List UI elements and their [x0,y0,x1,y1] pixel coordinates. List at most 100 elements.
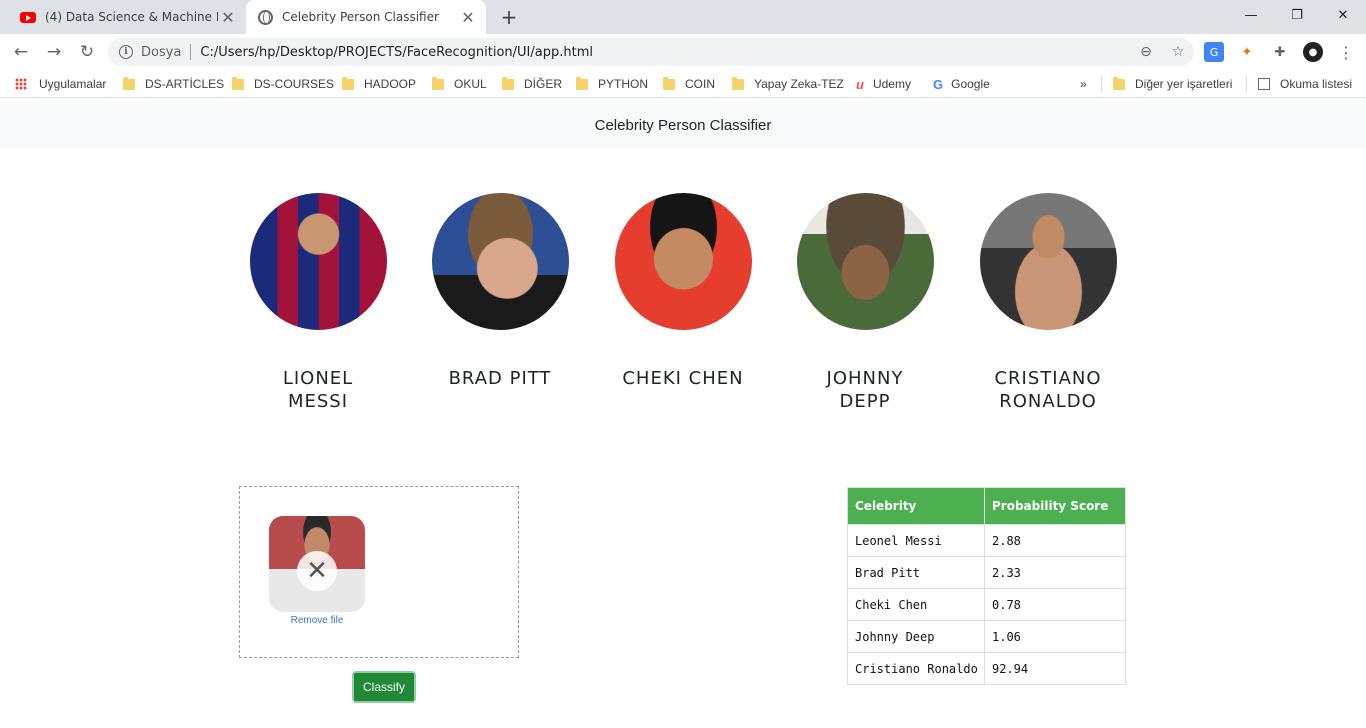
tab-title: Celebrity Person Classifier [282,10,439,24]
profile-avatar-icon[interactable]: ● [1303,42,1323,62]
star-icon[interactable]: ☆ [1168,42,1188,62]
celebrity-name: JOHNNY DEPP [826,368,904,412]
celebrity-cell: Cheki Chen [847,588,985,621]
bookmark-label: HADOOP [364,77,417,91]
address-bar[interactable]: i Dosya C:/Users/hp/Desktop/PROJECTS/Fac… [108,38,1194,66]
celebrity-card: CRISTIANO RONALDO [963,193,1133,413]
bookmark-label: DİĞER [524,77,563,91]
bookmarks-bar: Uygulamalar DS-ARTİCLES DS-COURSES HADOO… [0,70,1366,98]
tab-classifier[interactable]: Celebrity Person Classifier ✕ [246,0,486,34]
reload-icon[interactable]: ↻ [75,40,99,64]
upload-dropzone[interactable]: ✕ Remove file [239,486,519,658]
bookmark-folder[interactable]: COIN [663,76,715,92]
bookmark-label: COIN [685,77,715,91]
folder-icon [663,76,675,90]
bookmark-label: Udemy [872,77,911,91]
bookmark-label: Diğer yer işaretleri [1135,77,1233,91]
score-cell: 1.06 [984,620,1126,653]
table-row: Johnny Deep 1.06 [847,620,1126,653]
folder-icon [123,76,135,90]
more-bookmarks-icon[interactable]: » [1080,76,1087,92]
celebrity-card: LIONEL MESSI [233,193,403,413]
divider [1246,76,1247,92]
bookmark-folder[interactable]: DİĞER [502,76,562,92]
bookmark-label: Google [951,77,990,91]
minimize-icon[interactable]: — [1228,0,1274,30]
globe-icon [258,9,273,25]
celebrity-photo [614,193,752,330]
celebrity-card: JOHNNY DEPP [780,193,950,413]
tab-youtube[interactable]: (4) Data Science & Machine Learn ✕ [8,0,246,34]
celebrity-cell: Brad Pitt [847,556,985,589]
table-row: Cristiano Ronaldo 92.94 [847,652,1126,685]
divider [1101,76,1102,92]
bookmark-google[interactable]: G Google [933,76,990,92]
table-row: Cheki Chen 0.78 [847,588,1126,621]
bookmark-folder[interactable]: Yapay Zeka-TEZ [732,76,844,92]
info-icon[interactable]: i [119,45,133,59]
folder-icon [342,76,354,90]
bookmark-apps[interactable]: Uygulamalar [15,76,106,92]
column-header: Celebrity [847,487,985,525]
udemy-icon: u [856,76,864,92]
bookmark-label: Yapay Zeka-TEZ [754,77,844,91]
reading-list[interactable]: Okuma listesi [1258,76,1352,92]
menu-icon[interactable]: ⋮ [1336,42,1356,62]
folder-icon [732,76,744,90]
close-window-icon[interactable]: ✕ [1320,0,1366,30]
celebrity-name: LIONEL MESSI [282,368,354,412]
browser-toolbar: ← → ↻ i Dosya C:/Users/hp/Desktop/PROJEC… [0,34,1366,70]
url-text[interactable]: C:/Users/hp/Desktop/PROJECTS/FaceRecogni… [200,45,593,60]
celebrity-name: BRAD PITT [448,368,552,389]
remove-icon[interactable]: ✕ [297,551,337,591]
celebrity-photo [249,193,387,330]
scheme-label: Dosya [141,44,182,60]
score-cell: 2.33 [984,556,1126,589]
forward-icon[interactable]: → [42,40,66,64]
table-row: Leonel Messi 2.88 [847,524,1126,557]
page-title: Celebrity Person Classifier [594,117,772,134]
celebrity-photo [979,193,1117,330]
bookmark-label: DS-COURSES [254,77,335,91]
bookmark-label: PYTHON [598,77,649,91]
uploaded-image-thumbnail: ✕ [269,516,365,612]
celebrity-cell: Cristiano Ronaldo [847,652,985,685]
page-navbar: Celebrity Person Classifier [0,103,1366,148]
classify-button[interactable]: Classify [352,671,416,703]
bookmark-label: Okuma listesi [1280,77,1353,91]
score-cell: 0.78 [984,588,1126,621]
folder-icon [432,76,444,90]
bookmark-folder[interactable]: OKUL [432,76,487,92]
zoom-icon[interactable]: ⊖ [1136,42,1156,62]
celebrity-card: CHEKI CHEN [598,193,768,390]
celebrity-name: CRISTIANO RONALDO [994,368,1102,412]
apps-grid-icon [15,78,27,90]
bookmark-folder[interactable]: PYTHON [576,76,648,92]
close-icon[interactable]: ✕ [218,7,238,27]
bookmark-folder[interactable]: DS-ARTİCLES [123,76,224,92]
table-header-row: Celebrity Probability Score [847,487,1126,525]
celebrity-photo [431,193,569,330]
new-tab-button[interactable]: + [498,5,520,29]
celebrity-card: BRAD PITT [415,193,585,390]
puzzle-icon[interactable]: ✚ [1270,42,1290,62]
remove-file-link[interactable]: Remove file [269,615,365,626]
google-icon: G [933,76,944,92]
bookmark-folder[interactable]: DS-COURSES [232,76,334,92]
folder-icon [502,76,514,90]
celebrity-cell: Johnny Deep [847,620,985,653]
restore-icon[interactable]: ❐ [1274,0,1320,30]
youtube-icon [20,11,36,23]
folder-icon [232,76,244,90]
close-icon[interactable]: ✕ [458,7,478,27]
extension-fox-icon[interactable]: ✦ [1237,42,1257,62]
bookmark-other[interactable]: Diğer yer işaretleri [1113,76,1232,92]
divider [190,44,192,60]
bookmark-udemy[interactable]: u Udemy [856,76,911,92]
bookmark-label: Uygulamalar [39,77,107,91]
back-icon[interactable]: ← [9,40,33,64]
bookmark-folder[interactable]: HADOOP [342,76,416,92]
celebrity-name: CHEKI CHEN [622,368,744,389]
bookmark-label: DS-ARTİCLES [145,77,225,91]
translate-icon[interactable]: G [1204,42,1224,62]
